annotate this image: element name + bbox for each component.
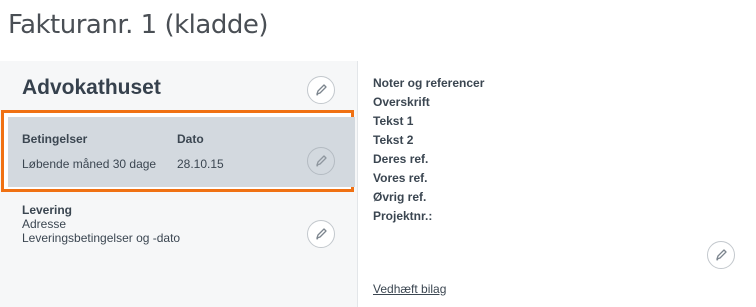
- delivery-terms-label: Leveringsbetingelser og -dato: [22, 231, 181, 245]
- terms-section[interactable]: Betingelser Dato Løbende måned 30 dage 2…: [8, 117, 355, 187]
- conditions-label: Betingelser: [22, 132, 88, 146]
- notes-item-project-no: Projektnr.:: [373, 209, 433, 223]
- notes-item-our-ref: Vores ref.: [373, 171, 428, 185]
- delivery-heading: Levering: [22, 203, 73, 217]
- notes-item-other-ref: Øvrig ref.: [373, 190, 427, 204]
- pencil-icon: [716, 249, 727, 261]
- notes-item-their-ref: Deres ref.: [373, 152, 429, 166]
- edit-delivery-button[interactable]: [307, 220, 335, 248]
- edit-customer-button[interactable]: [307, 76, 335, 104]
- notes-item-text2: Tekst 2: [373, 133, 414, 147]
- edit-notes-button[interactable]: [707, 241, 735, 269]
- attach-file-link[interactable]: Vedhæft bilag: [373, 282, 446, 296]
- delivery-address-label: Adresse: [22, 217, 67, 231]
- edit-terms-button[interactable]: [307, 147, 335, 175]
- notes-references-heading: Noter og referencer: [373, 76, 485, 90]
- page-title: Fakturanr. 1 (kladde): [8, 10, 268, 40]
- pencil-icon: [316, 155, 327, 167]
- notes-item-text1: Tekst 1: [373, 114, 414, 128]
- conditions-value: Løbende måned 30 dage: [22, 157, 157, 171]
- pencil-icon: [316, 84, 327, 96]
- date-label: Dato: [177, 132, 204, 146]
- notes-item-heading: Overskrift: [373, 95, 430, 109]
- customer-name: Advokathuset: [22, 76, 161, 99]
- date-value: 28.10.15: [177, 157, 224, 171]
- pencil-icon: [316, 228, 327, 240]
